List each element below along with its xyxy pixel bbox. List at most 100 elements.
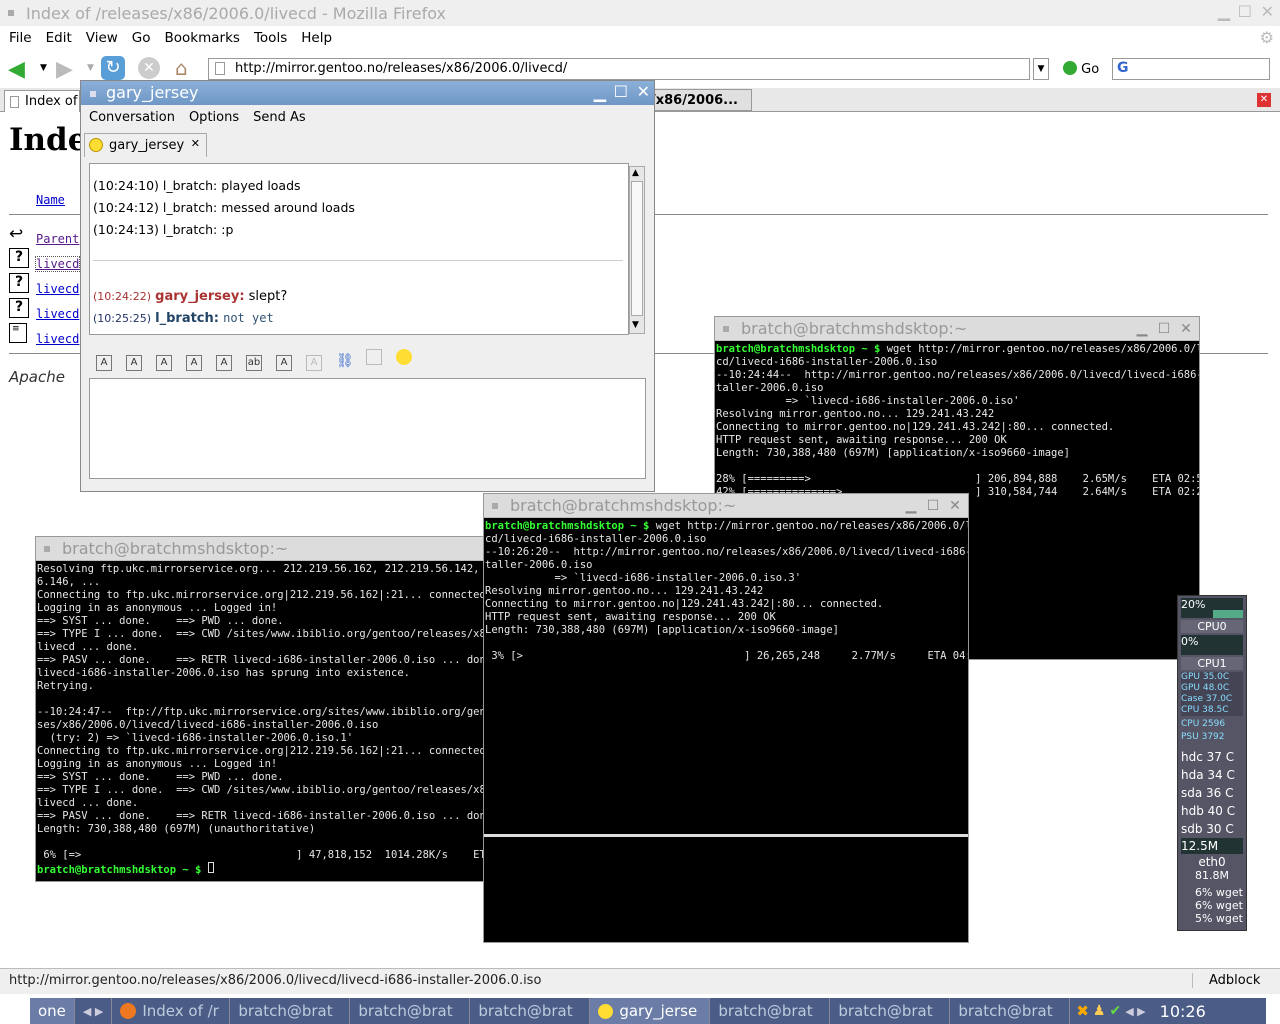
menu-go[interactable]: Go [132, 30, 151, 46]
forward-icon[interactable]: ▶ [56, 57, 73, 82]
back-dropdown-icon[interactable]: ▼ [40, 63, 47, 73]
tab-conversation[interactable]: gary_jersey ✕ [84, 133, 207, 157]
menu-file[interactable]: File [9, 30, 32, 46]
task-chat[interactable]: gary_jerse [590, 998, 711, 1024]
italic-icon[interactable]: A [126, 355, 142, 371]
task-terminal[interactable]: bratch@brat [710, 998, 831, 1024]
menu-bookmarks[interactable]: Bookmarks [165, 30, 240, 46]
font-face-icon[interactable]: ab [246, 355, 262, 371]
scroll-down-icon[interactable]: ▼ [632, 320, 639, 330]
temp-reading: GPU 35.0C [1181, 672, 1230, 682]
task-label: bratch@brat [718, 1002, 813, 1020]
tray-scroll-icon[interactable]: ◀ ▶ [1125, 1005, 1145, 1018]
maximize-icon[interactable]: ☐ [924, 497, 942, 515]
url-bar[interactable]: http://mirror.gentoo.no/releases/x86/200… [208, 58, 1030, 80]
task-terminal[interactable]: bratch@brat [470, 998, 591, 1024]
file-link[interactable]: livecd [36, 282, 79, 296]
tab-index[interactable]: Index of [4, 90, 80, 112]
task-firefox[interactable]: Index of /r [112, 998, 231, 1024]
terminal-titlebar[interactable]: bratch@bratchmshdsktop:~ [36, 537, 494, 561]
tab-second[interactable]: /x86/2006... [640, 89, 752, 111]
minimize-icon[interactable]: ▁ [1218, 2, 1230, 21]
server-footer: Apache [9, 368, 65, 386]
clock[interactable]: 10:26 [1152, 1002, 1206, 1021]
image-icon[interactable] [366, 349, 382, 365]
bold-icon[interactable]: A [96, 355, 112, 371]
firefox-titlebar[interactable]: Index of /releases/x86/2006.0/livecd - M… [0, 0, 1280, 26]
cpu0-label: CPU0 [1181, 620, 1243, 633]
menu-tools[interactable]: Tools [254, 30, 287, 46]
log-message: played loads [221, 178, 301, 193]
menu-help[interactable]: Help [301, 30, 332, 46]
column-name-link[interactable]: Name [36, 193, 65, 207]
window-menu-icon[interactable] [492, 503, 498, 509]
font-larger-icon[interactable]: A [186, 355, 202, 371]
chat-message: (10:24:22) gary_jersey: slept? [93, 289, 287, 304]
disk-temp: sdb 30 C [1181, 822, 1234, 836]
close-icon[interactable]: ✕ [1177, 320, 1195, 338]
tray-app-icon[interactable]: ✖ [1076, 1002, 1089, 1020]
menu-options[interactable]: Options [189, 110, 239, 125]
window-menu-icon[interactable] [90, 91, 96, 97]
terminal-output[interactable]: Resolving ftp.ukc.mirrorservice.org... 2… [36, 561, 494, 879]
underline-icon[interactable]: A [156, 355, 172, 371]
term-line: --10:24:47-- ftp://ftp.ukc.mirrorservice… [37, 706, 494, 718]
tray-check-icon[interactable]: ✔ [1109, 1003, 1121, 1019]
task-terminal[interactable]: bratch@brat [350, 998, 471, 1024]
maximize-icon[interactable]: ☐ [614, 82, 628, 101]
close-tab-icon[interactable]: ✕ [1257, 93, 1271, 107]
conversation-log[interactable]: (10:24:10) l_bratch: played loads (10:24… [89, 163, 629, 335]
task-terminal[interactable]: bratch@brat [950, 998, 1071, 1024]
file-link[interactable]: livecd [36, 332, 79, 346]
desktop-switcher[interactable]: ◀ ▶ [75, 998, 113, 1024]
scroll-up-icon[interactable]: ▲ [632, 168, 639, 178]
terminal-titlebar[interactable]: bratch@bratchmshdsktop:~ ▁ ☐ ✕ [715, 317, 1199, 341]
link-icon[interactable]: ⛓ [336, 354, 354, 370]
window-menu-icon[interactable] [44, 546, 50, 552]
font-smaller-icon[interactable]: A [216, 355, 232, 371]
message-input[interactable] [89, 378, 646, 479]
log-scrollbar[interactable]: ▲ ▼ [629, 166, 645, 334]
font-color-icon[interactable]: A [276, 355, 292, 371]
adblock-button[interactable]: Adblock [1192, 973, 1260, 988]
desktop-label[interactable]: one [30, 998, 75, 1024]
menu-edit[interactable]: Edit [46, 30, 72, 46]
bg-color-icon[interactable]: A [306, 355, 322, 371]
task-terminal[interactable]: bratch@brat [830, 998, 951, 1024]
home-icon[interactable]: ⌂ [175, 56, 188, 80]
file-link[interactable]: livecd [34, 256, 81, 272]
scroll-thumb[interactable] [631, 181, 643, 316]
close-tab-icon[interactable]: ✕ [191, 137, 200, 150]
terminal-output[interactable]: bratch@bratchmshdsktop ~ $ wget http://m… [484, 518, 968, 942]
back-icon[interactable]: ◀ [8, 57, 25, 82]
window-menu-icon[interactable] [723, 326, 729, 332]
chat-titlebar[interactable]: gary_jersey ▁ ☐ ✕ [81, 81, 654, 105]
close-icon[interactable]: ✕ [1261, 2, 1274, 21]
task-terminal[interactable]: bratch@brat [230, 998, 351, 1024]
menu-view[interactable]: View [86, 30, 118, 46]
maximize-icon[interactable]: ☐ [1155, 320, 1173, 338]
file-link[interactable]: livecd [36, 307, 79, 321]
msg-user: gary_jersey: [155, 289, 245, 304]
tray-app-icon[interactable]: ♟ [1093, 1003, 1106, 1019]
reload-icon[interactable]: ↻ [101, 56, 125, 80]
parent-link[interactable]: Parent [36, 232, 79, 246]
minimize-icon[interactable]: ▁ [1133, 320, 1151, 338]
search-input[interactable]: G [1112, 58, 1270, 80]
smiley-icon[interactable] [396, 349, 412, 365]
terminal-titlebar[interactable]: bratch@bratchmshdsktop:~ ▁ ☐ ✕ [484, 494, 968, 518]
minimize-icon[interactable]: ▁ [594, 83, 606, 102]
close-icon[interactable]: ✕ [637, 82, 650, 101]
minimize-icon[interactable]: ▁ [902, 497, 920, 515]
go-button[interactable]: Go [1063, 61, 1099, 77]
process-usage: 6% wget [1194, 886, 1243, 899]
forward-dropdown-icon[interactable]: ▼ [87, 63, 94, 73]
menu-send-as[interactable]: Send As [253, 110, 306, 125]
close-icon[interactable]: ✕ [946, 497, 964, 515]
term-line: (try: 2) => `livecd-i686-installer-2006.… [37, 732, 354, 744]
menu-conversation[interactable]: Conversation [89, 110, 175, 125]
url-dropdown-icon[interactable]: ▼ [1033, 58, 1049, 80]
stop-icon[interactable]: ✕ [138, 57, 160, 79]
maximize-icon[interactable]: ☐ [1238, 2, 1252, 21]
window-menu-icon[interactable] [8, 10, 14, 16]
